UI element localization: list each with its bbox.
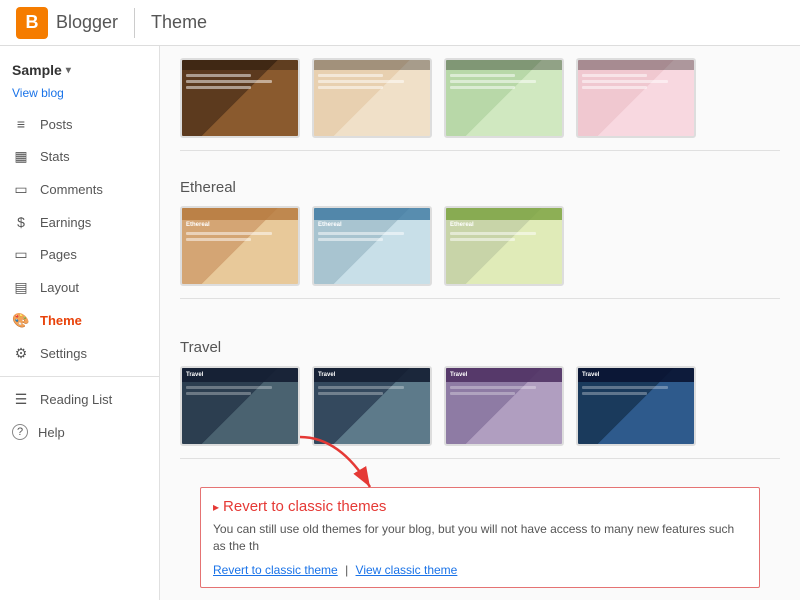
partial-theme-row-section [160, 46, 800, 151]
layout-icon: ▤ [12, 279, 30, 296]
revert-links: Revert to classic theme | View classic t… [213, 563, 747, 577]
stats-icon: ▦ [12, 148, 30, 165]
travel-theme-row: Travel Travel Travel [180, 366, 780, 458]
blog-selector[interactable]: Sample ▾ [0, 56, 159, 84]
view-blog-link[interactable]: View blog [0, 84, 159, 108]
theme-thumbnail[interactable] [576, 58, 696, 138]
theme-thumbnail[interactable]: Travel [312, 366, 432, 446]
sidebar-item-help[interactable]: ? Help [0, 416, 159, 448]
sidebar-item-reading-list[interactable]: ☰ Reading List [0, 383, 159, 416]
sidebar-item-theme[interactable]: 🎨 Theme [0, 304, 159, 337]
ethereal-label: Ethereal [180, 179, 780, 196]
comments-icon: ▭ [12, 181, 30, 198]
sidebar-divider [0, 376, 159, 377]
sidebar-item-comments[interactable]: ▭ Comments [0, 173, 159, 206]
triangle-icon: ▸ [213, 500, 219, 514]
theme-thumbnail[interactable]: Ethereal [312, 206, 432, 286]
theme-icon: 🎨 [12, 312, 30, 329]
sidebar-item-layout[interactable]: ▤ Layout [0, 271, 159, 304]
theme-thumbnail[interactable]: Travel [576, 366, 696, 446]
theme-thumbnail[interactable] [312, 58, 432, 138]
link-separator: | [345, 563, 348, 577]
sidebar-item-earnings[interactable]: $ Earnings [0, 206, 159, 238]
sidebar: Sample ▾ View blog ≡ Posts ▦ Stats ▭ Com… [0, 46, 160, 600]
blogger-name: Blogger [56, 12, 118, 33]
ethereal-theme-row: Ethereal Ethereal Ethereal [180, 206, 780, 298]
reading-list-icon: ☰ [12, 391, 30, 408]
earnings-icon: $ [12, 214, 30, 230]
blog-name: Sample [12, 62, 62, 78]
sidebar-item-label: Reading List [40, 392, 112, 407]
revert-title: ▸ Revert to classic themes [213, 498, 747, 515]
sidebar-item-pages[interactable]: ▭ Pages [0, 238, 159, 271]
theme-thumbnail[interactable]: Ethereal [180, 206, 300, 286]
revert-section-wrapper: ▸ Revert to classic themes You can still… [160, 487, 800, 600]
theme-thumbnail[interactable]: Travel [180, 366, 300, 446]
travel-section: Travel Travel Travel Travel [160, 319, 800, 479]
sidebar-item-settings[interactable]: ⚙ Settings [0, 337, 159, 370]
sidebar-item-label: Comments [40, 182, 103, 197]
partial-theme-row [180, 58, 780, 150]
sidebar-item-posts[interactable]: ≡ Posts [0, 108, 159, 140]
sidebar-item-label: Stats [40, 149, 70, 164]
blogger-icon: B [16, 7, 48, 39]
sidebar-item-label: Theme [40, 313, 82, 328]
theme-thumbnail[interactable]: Travel [444, 366, 564, 446]
sidebar-item-label: Earnings [40, 215, 91, 230]
page-title: Theme [151, 12, 207, 33]
app-body: Sample ▾ View blog ≡ Posts ▦ Stats ▭ Com… [0, 46, 800, 600]
sidebar-item-label: Layout [40, 280, 79, 295]
revert-title-text: Revert to classic themes [223, 498, 386, 515]
revert-section: ▸ Revert to classic themes You can still… [200, 487, 760, 588]
travel-label: Travel [180, 339, 780, 356]
header: B Blogger Theme [0, 0, 800, 46]
sidebar-item-label: Posts [40, 117, 73, 132]
sidebar-item-label: Help [38, 425, 65, 440]
header-divider [134, 8, 135, 38]
theme-thumbnail[interactable]: Ethereal [444, 206, 564, 286]
theme-thumbnail[interactable] [444, 58, 564, 138]
pages-icon: ▭ [12, 246, 30, 263]
logo: B Blogger [16, 7, 118, 39]
settings-icon: ⚙ [12, 345, 30, 362]
help-icon: ? [12, 424, 28, 440]
sidebar-item-label: Pages [40, 247, 77, 262]
posts-icon: ≡ [12, 116, 30, 132]
main-content: Ethereal Ethereal Ethereal [160, 46, 800, 600]
view-classic-theme-link[interactable]: View classic theme [356, 563, 458, 577]
ethereal-section: Ethereal Ethereal Ethereal [160, 159, 800, 319]
sidebar-item-stats[interactable]: ▦ Stats [0, 140, 159, 173]
theme-thumbnail[interactable] [180, 58, 300, 138]
revert-description: You can still use old themes for your bl… [213, 521, 747, 555]
revert-classic-theme-link[interactable]: Revert to classic theme [213, 563, 338, 577]
dropdown-caret-icon: ▾ [66, 65, 71, 76]
sidebar-item-label: Settings [40, 346, 87, 361]
